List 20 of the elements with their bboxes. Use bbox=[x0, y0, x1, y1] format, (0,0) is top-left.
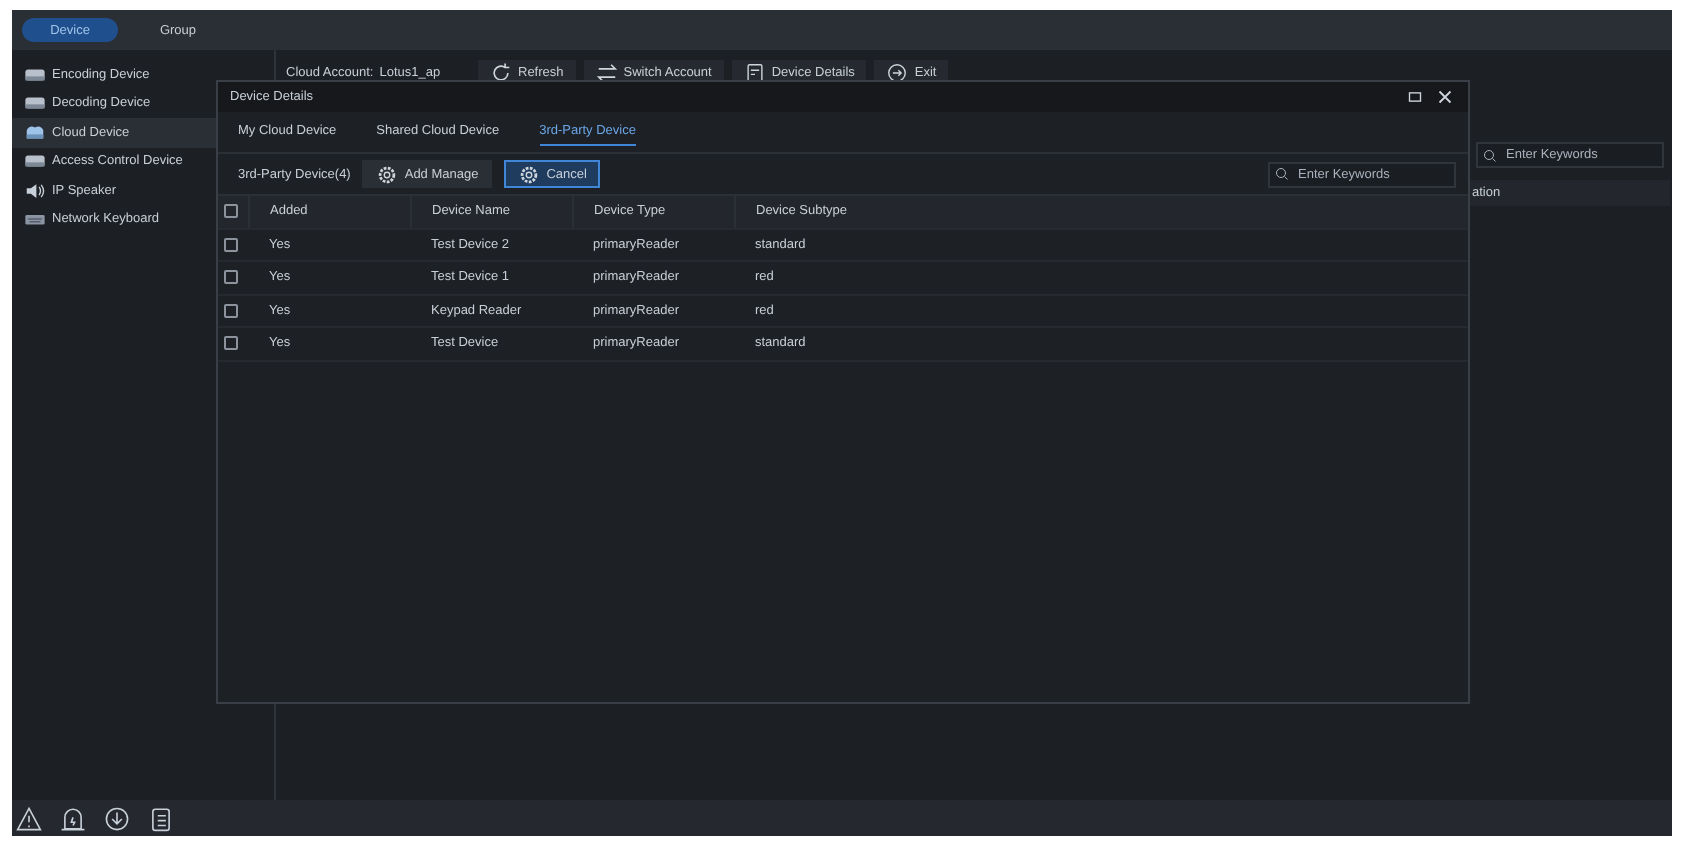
exit-icon bbox=[886, 62, 909, 84]
device-icon bbox=[24, 150, 46, 173]
switch-icon bbox=[595, 62, 618, 84]
checkbox[interactable] bbox=[224, 237, 238, 252]
checkbox[interactable] bbox=[224, 204, 238, 219]
clipboard-icon bbox=[148, 805, 174, 831]
gear-icon bbox=[518, 163, 541, 185]
alarm-icon bbox=[60, 805, 86, 831]
download-icon bbox=[104, 805, 130, 831]
maximize-icon[interactable] bbox=[1404, 86, 1426, 108]
refresh-icon bbox=[490, 62, 512, 84]
checkbox[interactable] bbox=[224, 303, 238, 318]
warning-icon bbox=[16, 805, 42, 831]
close-icon[interactable] bbox=[1434, 86, 1456, 108]
device-icon bbox=[24, 92, 46, 115]
gear-icon bbox=[376, 163, 399, 185]
checkbox[interactable] bbox=[224, 270, 238, 285]
checkbox[interactable] bbox=[224, 336, 238, 351]
speaker-icon bbox=[24, 179, 46, 202]
cloud-icon bbox=[24, 121, 46, 144]
